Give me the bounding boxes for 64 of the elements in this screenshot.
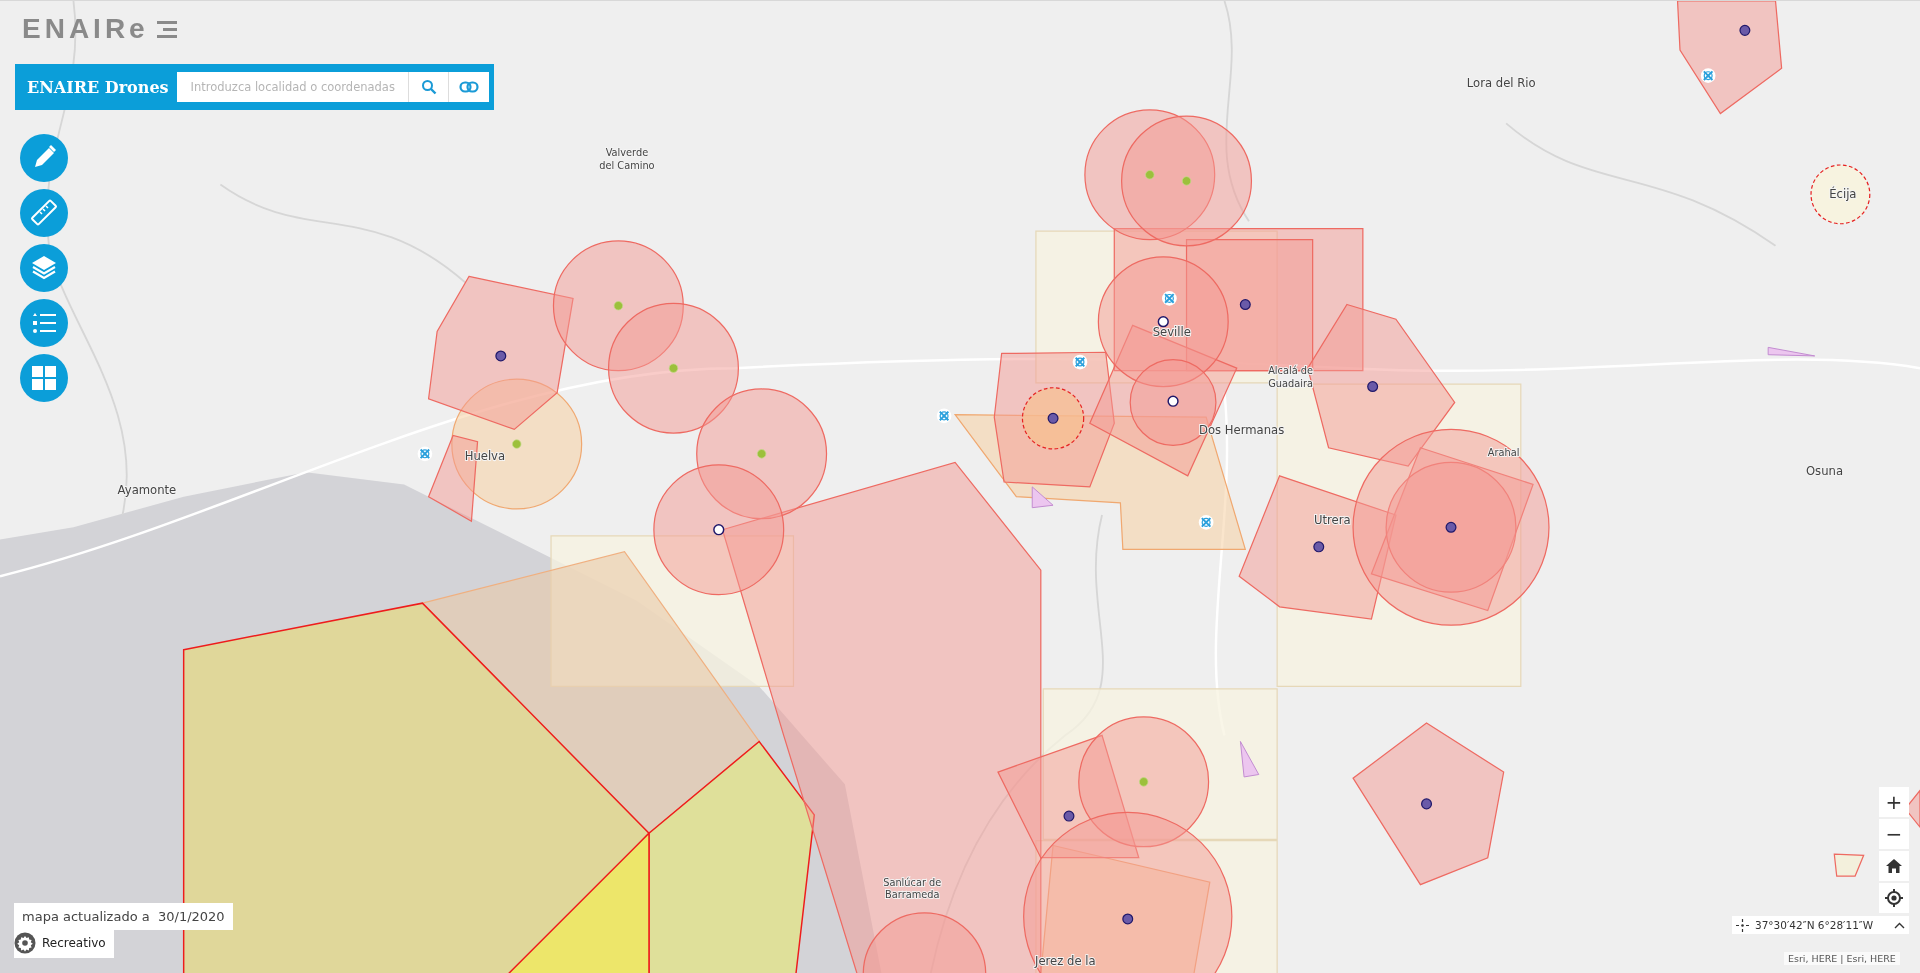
zone-marker <box>713 524 725 536</box>
search-icon <box>420 79 437 95</box>
place-label: Ayamonte <box>117 483 177 498</box>
place-label: Arahal <box>1487 447 1520 459</box>
place-label: Seville <box>1152 325 1191 340</box>
zone-marker <box>613 301 623 311</box>
zone-marker <box>1139 777 1149 787</box>
app-title: ENAIRE Drones <box>27 77 169 97</box>
search-button[interactable] <box>409 72 449 102</box>
zone-marker <box>1167 395 1179 407</box>
logo-text: ENAIRe <box>22 13 149 45</box>
place-label: Sanlúcar de Barrameda <box>883 876 942 901</box>
zone-marker <box>668 363 679 373</box>
zone-marker <box>1145 170 1155 180</box>
attribution-text: Esri, HERE | Esri, HERE <box>1784 952 1900 965</box>
zone-marker <box>512 439 522 449</box>
heliport-icon <box>1700 68 1716 83</box>
profile-button[interactable]: Recreativo <box>14 930 114 958</box>
zone-marker <box>1181 176 1192 186</box>
zone-marker <box>495 350 507 362</box>
zone-marker <box>1063 810 1075 822</box>
zone-marker <box>1445 521 1457 533</box>
search-field[interactable]: Introduzca localidad o coordenadas <box>176 72 409 102</box>
place-label: Lora del Rio <box>1466 75 1536 90</box>
place-label: Utrera <box>1313 512 1351 527</box>
place-label: Alcalá de Guadaira <box>1268 365 1314 389</box>
heliport-icon <box>1198 515 1214 530</box>
place-label: Huelva <box>464 448 506 463</box>
lines-icon <box>156 20 177 38</box>
place-label: Valverde del Camino <box>599 147 655 171</box>
zone-marker <box>1367 381 1379 393</box>
gear-icon <box>14 932 36 954</box>
zone-marker <box>1157 316 1169 328</box>
crosshair-icon <box>1736 918 1749 932</box>
zoom-out-button[interactable]: − <box>1879 819 1909 849</box>
place-label: Jerez de la <box>1035 954 1096 969</box>
zone-area <box>1833 853 1865 877</box>
zone-marker <box>1122 913 1134 925</box>
home-icon <box>1886 859 1902 873</box>
heliport-icon <box>936 408 952 424</box>
zone-area <box>1767 346 1816 357</box>
expand-button[interactable] <box>1894 921 1905 929</box>
zoom-in-button[interactable]: + <box>1879 787 1909 817</box>
zone-marker <box>1421 798 1433 810</box>
home-button[interactable] <box>1879 851 1909 881</box>
update-note: mapa actualizado a 30/1/2020 <box>14 903 233 930</box>
locate-icon <box>1885 889 1903 907</box>
zone-area <box>1810 164 1871 225</box>
heliport-icon <box>1072 354 1088 370</box>
caret-icon <box>1894 921 1905 929</box>
coordinates-text: 37°30′42″N 6°28′11″W <box>1755 919 1874 931</box>
locate-button[interactable] <box>1879 883 1909 913</box>
link-icon <box>459 81 479 93</box>
zone-marker <box>757 449 767 459</box>
place-label: Osuna <box>1805 463 1843 478</box>
zone-marker <box>1313 541 1325 553</box>
zone-marker <box>1239 299 1251 311</box>
link-button[interactable] <box>449 72 489 102</box>
zone-marker <box>1047 412 1059 424</box>
heliport-icon <box>417 446 433 462</box>
place-label: Écija <box>1829 187 1857 202</box>
heliport-icon <box>1162 291 1177 306</box>
place-label: Dos Hermanas <box>1199 423 1285 438</box>
zone-marker <box>1739 24 1751 36</box>
